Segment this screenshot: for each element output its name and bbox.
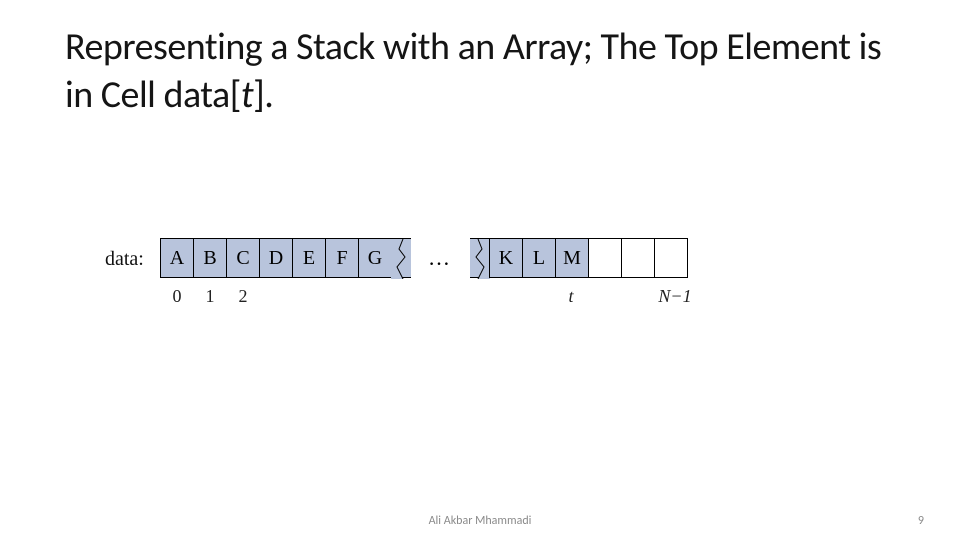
title-prefix: Representing a Stack with an Array; The … <box>65 24 881 118</box>
array-cell: B <box>193 238 227 278</box>
footer-author: Ali Akbar Mhammadi <box>0 514 960 528</box>
array-cell: F <box>325 238 359 278</box>
index-spacer <box>410 286 470 310</box>
array-cell: L <box>522 238 556 278</box>
index-label-last: N−1 <box>653 286 697 310</box>
array-cell-empty <box>654 238 688 278</box>
index-spacer <box>259 286 293 310</box>
array-cell: D <box>259 238 293 278</box>
index-spacer <box>469 286 489 310</box>
torn-edge-icon <box>470 238 490 278</box>
footer-page-number: 9 <box>918 514 924 528</box>
array-cell: K <box>489 238 523 278</box>
index-spacer <box>488 286 522 310</box>
title-suffix: ]. <box>253 72 273 118</box>
index-label-t: t <box>554 286 588 310</box>
array-cell: E <box>292 238 326 278</box>
array-row: A B C D E F G … K L M <box>160 238 688 278</box>
array-cell: M <box>555 238 589 278</box>
index-spacer <box>620 286 654 310</box>
index-label: 2 <box>226 286 260 310</box>
ellipsis-icon: … <box>411 238 471 278</box>
index-spacer <box>292 286 326 310</box>
array-cell: G <box>358 238 392 278</box>
index-spacer <box>358 286 392 310</box>
array-cell-empty <box>621 238 655 278</box>
array-cell-empty <box>588 238 622 278</box>
index-spacer <box>521 286 555 310</box>
index-label: 1 <box>193 286 227 310</box>
array-indices: 0 1 2 t N−1 <box>160 286 697 310</box>
index-spacer <box>325 286 359 310</box>
torn-edge-icon <box>391 238 411 278</box>
index-spacer <box>391 286 411 310</box>
index-label: 0 <box>160 286 194 310</box>
array-diagram: data: A B C D E F G … K L M 0 1 2 <box>105 238 865 338</box>
index-spacer <box>587 286 621 310</box>
slide-title: Representing a Stack with an Array; The … <box>65 24 895 119</box>
title-variable: t <box>241 72 253 118</box>
array-cell: A <box>160 238 194 278</box>
array-cell: C <box>226 238 260 278</box>
array-label: data: <box>105 248 144 271</box>
